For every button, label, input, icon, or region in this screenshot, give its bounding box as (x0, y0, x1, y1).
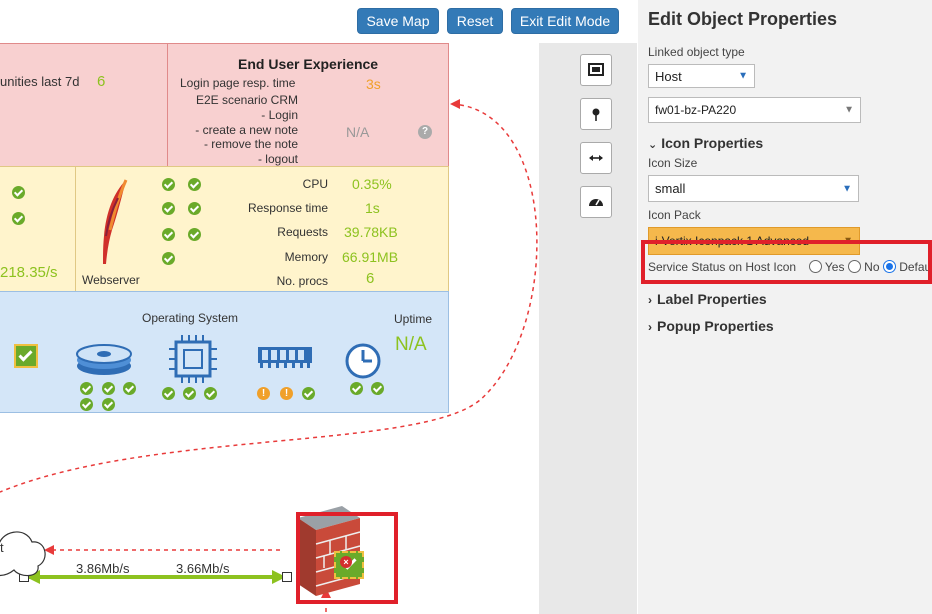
icon-pack-label: Icon Pack (648, 208, 701, 222)
service-status-highlight (641, 240, 932, 284)
linked-type-label: Linked object type (648, 45, 745, 59)
cloud-label: t (0, 540, 4, 555)
chevron-down-icon: ▼ (842, 183, 852, 194)
label-properties-label: Label Properties (657, 291, 767, 307)
chevron-down-icon: ▼ (738, 70, 748, 82)
map-connections (0, 99, 538, 614)
double-arrow-icon (589, 155, 603, 161)
popup-properties-toggle[interactable]: › Popup Properties (648, 318, 774, 334)
popup-properties-label: Popup Properties (657, 318, 774, 334)
icon-size-select[interactable]: small ▼ (648, 175, 859, 202)
linked-type-select[interactable]: Host ▼ (648, 64, 755, 88)
link-rate-right: 3.66Mb/s (176, 561, 230, 576)
icon-properties-toggle[interactable]: ⌄ Icon Properties (648, 135, 763, 151)
linked-type-value: Host (655, 68, 682, 84)
link-rate-left: 3.86Mb/s (76, 561, 130, 576)
selected-object-highlight (296, 512, 398, 604)
icon-properties-label: Icon Properties (661, 135, 764, 151)
cloud-icon[interactable] (0, 512, 48, 582)
chevron-down-icon: ⌄ (648, 139, 658, 151)
chevron-right-icon: › (648, 320, 652, 334)
host-select[interactable]: fw01-bz-PA220 ▼ (648, 97, 861, 123)
caret-down-icon: ▼ (844, 104, 854, 116)
icon-size-label: Icon Size (648, 156, 698, 170)
add-pin-tool-button[interactable] (580, 98, 612, 130)
edit-properties-sidebar (638, 0, 932, 614)
add-line-tool-button[interactable] (580, 142, 612, 174)
pin-icon (592, 108, 600, 121)
add-gauge-tool-button[interactable] (580, 186, 612, 218)
add-object-tool-button[interactable] (580, 54, 612, 86)
label-properties-toggle[interactable]: › Label Properties (648, 291, 767, 307)
icon-size-value: small (655, 181, 686, 196)
sidebar-title: Edit Object Properties (648, 9, 838, 29)
add-object-icon (588, 63, 604, 76)
gauge-icon (589, 199, 603, 206)
chevron-right-icon: › (648, 293, 652, 307)
host-value: fw01-bz-PA220 (655, 103, 737, 117)
